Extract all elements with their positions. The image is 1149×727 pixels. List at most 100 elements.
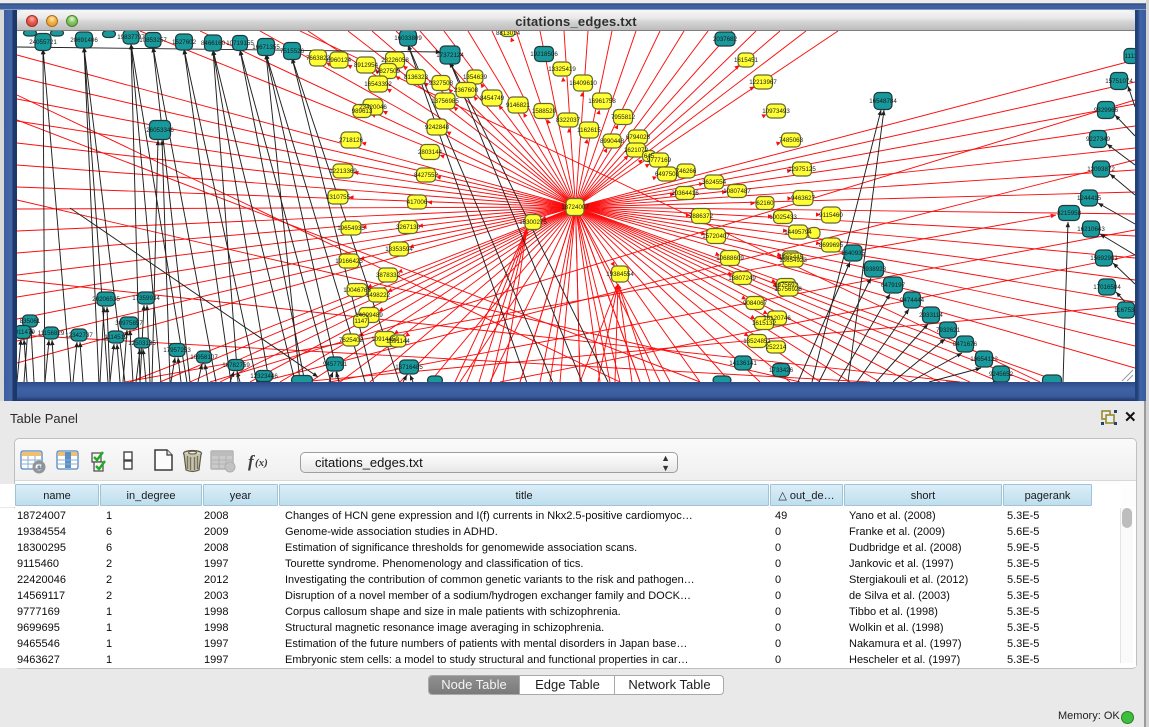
svg-text:9777169: 9777169 <box>647 157 672 164</box>
svg-text:10025433: 10025433 <box>769 214 797 221</box>
svg-text:8136323: 8136323 <box>404 74 429 81</box>
svg-text:17016504: 17016504 <box>1093 284 1121 291</box>
svg-text:26053346: 26053346 <box>146 127 174 134</box>
svg-text:2718126: 2718126 <box>339 137 364 144</box>
svg-text:16671355: 16671355 <box>252 44 280 51</box>
svg-text:8912954: 8912954 <box>354 62 379 69</box>
svg-text:9227349: 9227349 <box>1086 136 1111 143</box>
svg-text:3215958: 3215958 <box>1057 210 1082 217</box>
svg-text:9245652: 9245652 <box>989 371 1014 378</box>
svg-text:10688609: 10688609 <box>716 255 744 262</box>
svg-text:10654122: 10654122 <box>970 356 998 363</box>
svg-text:20691406: 20691406 <box>70 37 98 44</box>
svg-text:2803144: 2803144 <box>418 149 443 156</box>
svg-text:17359934: 17359934 <box>132 295 160 302</box>
svg-text:1162615: 1162615 <box>577 127 601 134</box>
svg-text:10807487: 10807487 <box>723 188 751 195</box>
svg-text:1244415: 1244415 <box>1077 195 1102 202</box>
svg-text:6479197: 6479197 <box>881 282 906 289</box>
svg-text:16210643: 16210643 <box>1077 226 1105 233</box>
svg-text:12503135: 12503135 <box>128 340 156 347</box>
svg-text:16409610: 16409610 <box>569 80 597 87</box>
svg-text:10973493: 10973493 <box>762 108 790 115</box>
svg-text:18300275: 18300275 <box>519 219 547 226</box>
svg-text:16782759: 16782759 <box>222 362 250 369</box>
svg-text:15756928: 15756928 <box>774 286 802 293</box>
svg-text:6794028: 6794028 <box>626 134 651 141</box>
svg-text:8454749: 8454749 <box>480 95 505 102</box>
svg-text:12323446: 12323446 <box>250 373 278 380</box>
svg-text:9457791: 9457791 <box>323 361 348 368</box>
svg-text:8699695: 8699695 <box>819 242 844 249</box>
svg-text:12975125: 12975125 <box>788 166 816 173</box>
svg-text:15720407: 15720407 <box>702 233 730 240</box>
svg-text:1112: 1112 <box>1125 53 1135 60</box>
svg-text:15692901: 15692901 <box>1090 255 1118 262</box>
svg-text:10719155: 10719155 <box>226 40 254 47</box>
svg-text:7485063: 7485063 <box>779 137 804 144</box>
svg-text:1147: 1147 <box>354 318 368 325</box>
svg-text:1167534: 1167534 <box>1114 307 1135 314</box>
svg-text:1310755: 1310755 <box>326 194 351 201</box>
svg-text:19384554: 19384554 <box>606 271 634 278</box>
svg-text:9327508: 9327508 <box>429 80 454 87</box>
svg-text:13353594: 13353594 <box>385 246 413 253</box>
svg-text:8427552: 8427552 <box>414 172 439 179</box>
svg-text:9474444: 9474444 <box>900 297 925 304</box>
svg-text:1354639: 1354639 <box>463 74 488 81</box>
svg-text:8938923: 8938923 <box>862 266 887 273</box>
svg-text:3878332: 3878332 <box>376 272 401 279</box>
svg-text:19654935: 19654935 <box>337 225 365 232</box>
svg-text:15751074: 15751074 <box>1105 78 1133 85</box>
svg-text:62160: 62160 <box>756 200 774 207</box>
svg-text:18807249: 18807249 <box>728 275 756 282</box>
svg-text:8813014: 8813014 <box>496 31 521 37</box>
svg-text:8466160: 8466160 <box>201 40 226 47</box>
svg-text:19166425: 19166425 <box>335 258 363 265</box>
svg-text:16961758: 16961758 <box>588 98 616 105</box>
svg-text:9146821: 9146821 <box>506 102 531 109</box>
svg-text:1588520: 1588520 <box>532 108 557 115</box>
svg-text:14495794: 14495794 <box>784 229 812 236</box>
svg-text:989613: 989613 <box>352 108 373 115</box>
svg-text:7886372: 7886372 <box>689 213 714 220</box>
svg-text:9242848: 9242848 <box>425 124 450 131</box>
svg-text:8990448: 8990448 <box>600 138 625 145</box>
svg-text:7625402: 7625402 <box>339 337 364 344</box>
svg-text:7515526: 7515526 <box>280 48 305 55</box>
svg-text:20364416: 20364416 <box>671 190 699 197</box>
svg-text:9115460: 9115460 <box>819 212 843 219</box>
svg-text:3911479: 3911479 <box>17 329 35 336</box>
svg-text:8322037: 8322037 <box>556 117 581 124</box>
svg-text:16543392: 16543392 <box>364 81 392 88</box>
svg-text:835061: 835061 <box>20 318 41 325</box>
svg-text:9329966: 9329966 <box>1094 107 1119 114</box>
svg-text:12213967: 12213967 <box>749 79 777 86</box>
svg-text:9463627: 9463627 <box>791 195 816 202</box>
svg-text:18724007: 18724007 <box>561 204 589 211</box>
svg-text:16548784: 16548784 <box>869 98 897 105</box>
svg-text:20206535: 20206535 <box>92 296 120 303</box>
svg-text:30975857: 30975857 <box>115 320 143 327</box>
svg-text:14136141: 14136141 <box>729 360 757 367</box>
svg-text:8960124: 8960124 <box>327 57 352 64</box>
svg-text:17957253: 17957253 <box>163 347 191 354</box>
svg-text:1527602: 1527602 <box>172 39 197 46</box>
svg-text:7955812: 7955812 <box>611 114 636 121</box>
svg-text:2367608: 2367608 <box>454 87 479 94</box>
svg-text:252214: 252214 <box>766 344 787 351</box>
svg-text:11156829: 11156829 <box>38 330 65 337</box>
svg-text:23226058: 23226058 <box>381 57 409 64</box>
svg-text:7932621: 7932621 <box>936 327 961 334</box>
svg-text:2037682: 2037682 <box>713 36 738 43</box>
svg-text:1615451: 1615451 <box>734 57 759 64</box>
svg-text:1640935: 1640935 <box>841 250 866 257</box>
svg-text:1733426: 1733426 <box>769 367 794 374</box>
svg-text:3267130: 3267130 <box>396 224 421 231</box>
svg-text:12093872: 12093872 <box>1087 166 1115 173</box>
svg-text:10958107: 10958107 <box>190 354 218 361</box>
svg-text:1498222: 1498222 <box>366 292 391 299</box>
svg-text:19218506: 19218506 <box>530 51 558 58</box>
svg-text:12342737: 12342737 <box>65 332 93 339</box>
svg-text:1114519: 1114519 <box>104 334 128 341</box>
